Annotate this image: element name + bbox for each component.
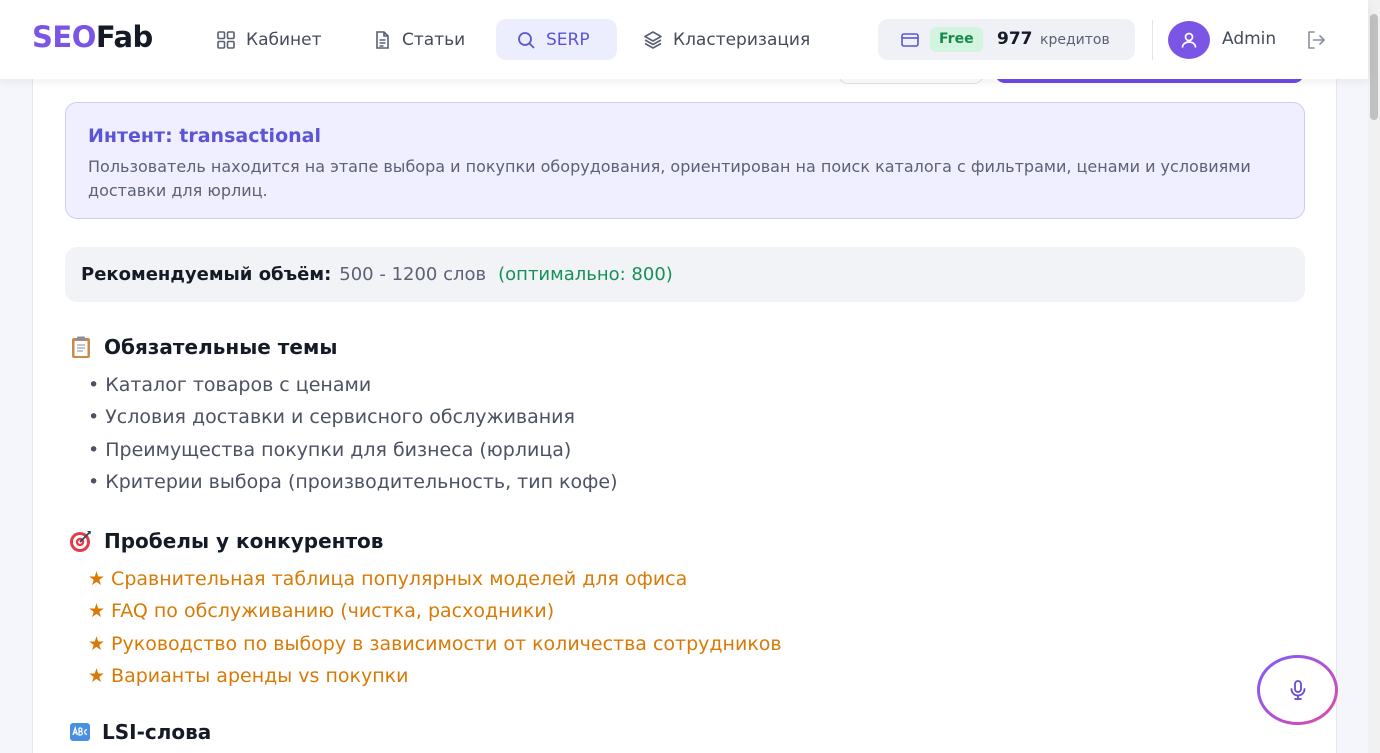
header-divider [1152,20,1153,60]
logout-icon[interactable] [1305,29,1327,51]
volume-label: Рекомендуемый объём: [81,264,332,285]
nav-clustering[interactable]: Кластеризация [623,19,830,60]
list-item: • Преимущества покупки для бизнеса (юрлиц… [88,438,572,461]
lsi-words-title: LSI-слова [102,720,212,744]
avatar[interactable] [1168,21,1210,59]
list-item: ★ Сравнительная таблица популярных моделе… [88,568,688,590]
logo-seo: SEO [32,20,96,54]
scrollbar-thumb[interactable] [1370,14,1378,120]
nav-articles[interactable]: Статьи [352,19,485,60]
list-item: ★ Варианты аренды vs покупки [88,665,409,688]
intent-title: Интент: transactional [88,125,321,147]
list-item: • Условия доставки и сервисного обслужива… [88,406,575,429]
required-topics-title: Обязательные темы [104,335,338,359]
nav-cabinet[interactable]: Кабинет [196,19,342,60]
plan-badge: Free [930,27,983,52]
credit-card-icon [901,33,919,47]
competitor-gaps-heading: Пробелы у конкурентов [68,528,383,554]
credits-label: кредитов [1040,32,1110,48]
intent-card: Интент: transactional Пользователь наход… [65,102,1305,219]
volume-optimal: (оптимально: 800) [498,264,673,285]
credits-count: 977 [997,29,1033,49]
microphone-icon [1290,680,1305,700]
voice-input-button[interactable] [1257,655,1338,725]
required-topics-heading: Обязательные темы [68,334,337,360]
logo-fab: Fab [95,20,153,54]
clipboard-icon [72,336,90,358]
credits-widget[interactable]: Free 977 кредитов [878,19,1135,60]
nav-serp-label: SERP [546,29,590,50]
voice-input-button-inner [1260,658,1335,722]
list-item: ★ Руководство по выбору в зависимости от … [88,632,782,655]
logo[interactable]: SEOFab [32,20,153,54]
list-item: • Каталог товаров с ценами [88,374,372,396]
competitor-gaps-title: Пробелы у конкурентов [104,529,384,553]
competitor-gaps-list: ★ Сравнительная таблица популярных моделе… [88,563,782,693]
list-item: • Критерии выбора (производительность, ти… [88,471,618,494]
nav-cabinet-label: Кабинет [246,29,322,50]
layers-icon [644,30,662,49]
page-scrollbar[interactable] [1368,0,1380,753]
document-icon [376,30,389,49]
lsi-words-heading: LSI-слова [68,719,211,745]
abc-icon [70,723,90,741]
recommended-volume: Рекомендуемый объём: 500 - 1200 слов (оп… [65,247,1305,302]
search-icon [518,31,535,49]
list-item: ★ FAQ по обслуживанию (чистка, расходники… [88,600,555,623]
grid-icon [217,30,235,49]
intent-description: Пользователь находится на этапе выбора и… [88,157,1251,200]
required-topics-list: • Каталог товаров с ценами • Условия доста… [88,369,618,499]
target-icon [70,531,91,552]
nav-articles-label: Статьи [402,29,466,50]
nav-clustering-label: Кластеризация [673,29,811,50]
top-navigation-bar: SEOFab Кабинет Статьи SERP Кластеризация… [0,0,1368,79]
user-icon [1181,32,1197,48]
user-name[interactable]: Admin [1222,29,1276,49]
nav-serp[interactable]: SERP [496,19,617,60]
volume-range: 500 - 1200 слов [339,264,487,285]
